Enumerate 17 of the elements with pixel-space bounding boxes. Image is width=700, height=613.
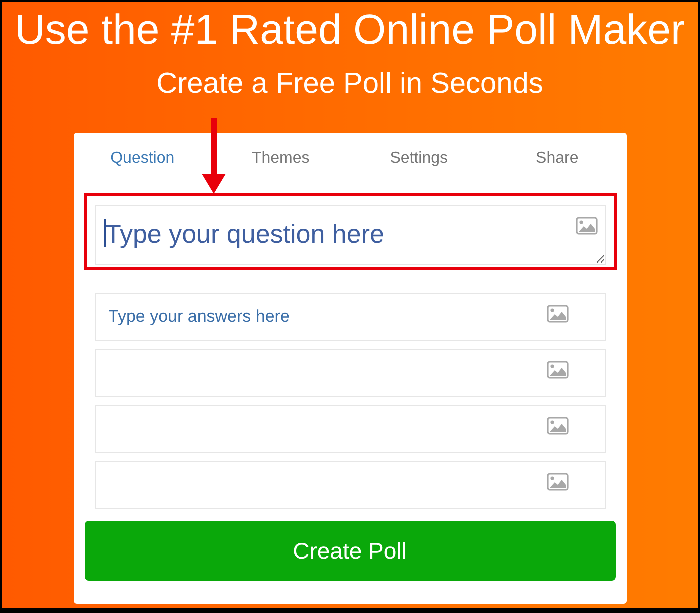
tab[interactable]: Themes — [252, 148, 310, 170]
answer-field[interactable] — [94, 349, 606, 397]
tab[interactable]: Share — [536, 148, 579, 170]
image-icon[interactable] — [576, 217, 598, 235]
tab[interactable]: Question — [110, 148, 175, 170]
image-icon[interactable] — [546, 305, 568, 323]
page-subtitle: Create a Free Poll in Seconds — [156, 67, 544, 101]
image-icon[interactable] — [546, 417, 568, 435]
question-field[interactable]: Type your question here — [94, 205, 606, 265]
answer-field[interactable]: Type your answers here — [94, 293, 606, 341]
tab[interactable]: Settings — [390, 148, 448, 170]
create-poll-button[interactable]: Create Poll — [84, 521, 616, 581]
image-icon[interactable] — [546, 473, 568, 491]
image-icon[interactable] — [546, 361, 568, 379]
page-title: Use the #1 Rated Online Poll Maker — [14, 6, 685, 54]
answer-field[interactable] — [94, 405, 606, 453]
answer-field[interactable] — [94, 461, 606, 509]
